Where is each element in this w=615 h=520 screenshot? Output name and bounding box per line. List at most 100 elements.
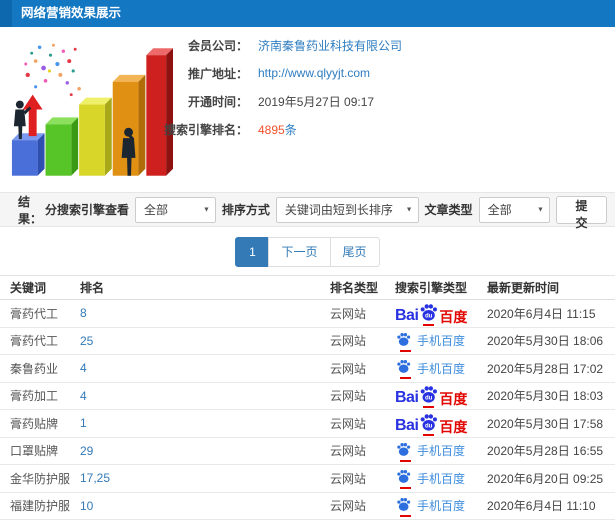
- rank-link[interactable]: 4: [80, 361, 87, 375]
- rank-link[interactable]: 8: [80, 306, 87, 320]
- rank-cell: 1: [80, 409, 330, 438]
- svg-text:du: du: [425, 422, 433, 429]
- rank-link[interactable]: 17,25: [80, 471, 110, 485]
- engine-cell: 手机百度: [395, 354, 487, 383]
- rank-type-cell: 云网站: [330, 382, 395, 410]
- col-header-updated: 最新更新时间: [487, 275, 615, 300]
- engine-cell: 手机百度: [395, 492, 487, 520]
- confetti-dots: [24, 43, 81, 97]
- updated-cell: 2020年6月20日 09:25: [487, 464, 615, 493]
- promo-url-label: 推广地址：: [187, 66, 248, 81]
- result-label: 结果：: [18, 194, 43, 226]
- table-row: 膏药代工 25 云网站 手机百度 2020年5月30日 18:06: [0, 327, 615, 355]
- table-row: 福建防护服 10 云网站 手机百度 2020年6月4日 11:10: [0, 492, 615, 520]
- last-page-button[interactable]: 尾页: [329, 237, 380, 267]
- pagination: 1 下一页 尾页: [0, 237, 615, 267]
- col-header-rank: 排名: [80, 275, 330, 300]
- rank-type-cell: 云网站: [330, 327, 395, 355]
- next-page-button[interactable]: 下一页: [268, 237, 331, 267]
- table-row: 秦鲁药业 4 云网站 手机百度 2020年5月28日 17:02: [0, 354, 615, 383]
- rank-link[interactable]: 1: [80, 416, 87, 430]
- page-1-button[interactable]: 1: [235, 237, 270, 267]
- sort-label: 排序方式: [221, 203, 270, 217]
- baidu-mobile-logo: 手机百度: [395, 469, 465, 490]
- open-time-label: 开通时间：: [187, 94, 248, 109]
- open-time-row: 开通时间： 2019年5月27日 09:17: [120, 92, 402, 110]
- company-link[interactable]: 济南秦鲁药业科技有限公司: [258, 37, 402, 54]
- rank-cell: 4: [80, 354, 330, 383]
- rank-cell: 17,25: [80, 464, 330, 493]
- keyword-cell: 膏药加工: [0, 382, 80, 410]
- baidu-pc-logo: Bai du 百度: [395, 413, 467, 436]
- rank-count-number: 4895: [258, 122, 285, 137]
- engine-cell: 手机百度: [395, 437, 487, 465]
- baidu-mobile-logo: 手机百度: [395, 442, 465, 462]
- col-header-engine-type: 搜索引擎类型: [395, 275, 487, 300]
- col-header-keyword: 关键词: [0, 275, 80, 300]
- engine-cell: Bai du 百度: [395, 382, 487, 410]
- sort-select[interactable]: 关键词由短到长排序: [275, 196, 419, 223]
- engine-view-label: 分搜索引擎查看: [44, 203, 129, 217]
- baidu-paw-icon: [396, 332, 411, 352]
- rank-link[interactable]: 25: [80, 334, 93, 348]
- table-row: 膏药贴牌 1 云网站 Bai du 百度 2020年5月30日 17:58: [0, 409, 615, 438]
- engine-cell: Bai du 百度: [395, 299, 487, 328]
- rank-type-cell: 云网站: [330, 492, 395, 520]
- engine-cell: Bai du 百度: [395, 409, 487, 438]
- filter-bar: 结果： 分搜索引擎查看 全部 排序方式 关键词由短到长排序 文章类型 全部 提交: [0, 192, 615, 230]
- keyword-ranking-table: 关键词 排名 排名类型 搜索引擎类型 最新更新时间 膏药代工 8 云网站 Bai d…: [0, 275, 615, 520]
- article-type-select[interactable]: 全部: [478, 196, 550, 223]
- account-info-section: 会员公司： 济南秦鲁药业科技有限公司 推广地址： http://www.qlyy…: [0, 27, 615, 192]
- engine-cell: 手机百度: [395, 327, 487, 355]
- rank-type-cell: 云网站: [330, 464, 395, 493]
- marketing-report-page: 网络营销效果展示 会员公司： 济南秦鲁药业科技有限公司 推广地址： http:/…: [0, 0, 615, 520]
- baidu-paw-icon: [396, 469, 411, 490]
- baidu-pc-logo: Bai du 百度: [395, 303, 467, 326]
- updated-cell: 2020年5月30日 18:03: [487, 382, 615, 410]
- svg-text:du: du: [425, 395, 433, 402]
- rank-type-cell: 云网站: [330, 299, 395, 328]
- table-header-row: 关键词 排名 排名类型 搜索引擎类型 最新更新时间: [0, 275, 615, 300]
- keyword-cell: 秦鲁药业: [0, 354, 80, 383]
- rank-count-unit: 条: [284, 122, 297, 137]
- keyword-cell: 福建防护服: [0, 492, 80, 520]
- baidu-paw-icon: du: [419, 385, 438, 409]
- baidu-paw-icon: [396, 497, 411, 517]
- open-time-value: 2019年5月27日 09:17: [258, 94, 375, 109]
- engine-rank-count: 4895条: [258, 121, 297, 138]
- engine-rank-row: 搜索引擎排名： 4895条: [120, 120, 402, 138]
- promo-url-row: 推广地址： http://www.qlyyjt.com: [120, 64, 402, 82]
- engine-cell: 手机百度: [395, 464, 487, 493]
- baidu-paw-icon: du: [419, 303, 438, 326]
- promo-url-link[interactable]: http://www.qlyyjt.com: [258, 66, 370, 80]
- submit-button[interactable]: 提交: [555, 195, 608, 230]
- keyword-cell: 膏药代工: [0, 327, 80, 355]
- company-row: 会员公司： 济南秦鲁药业科技有限公司: [120, 36, 402, 54]
- updated-cell: 2020年5月30日 18:06: [487, 327, 615, 355]
- article-type-label: 文章类型: [424, 203, 473, 217]
- table-row: 膏药代工 8 云网站 Bai du 百度 2020年6月4日 11:15: [0, 299, 615, 328]
- keyword-cell: 膏药贴牌: [0, 409, 80, 438]
- rank-link[interactable]: 10: [80, 499, 93, 513]
- updated-cell: 2020年5月30日 17:58: [487, 409, 615, 438]
- rank-link[interactable]: 29: [80, 444, 93, 458]
- company-label: 会员公司：: [187, 38, 248, 53]
- updated-cell: 2020年6月4日 11:15: [487, 299, 615, 328]
- baidu-paw-icon: [396, 359, 411, 380]
- page-title: 网络营销效果展示: [0, 0, 615, 27]
- keyword-cell: 金华防护服: [0, 464, 80, 493]
- updated-cell: 2020年6月4日 11:10: [487, 492, 615, 520]
- rank-cell: 4: [80, 382, 330, 410]
- rank-cell: 10: [80, 492, 330, 520]
- keyword-cell: 口罩贴牌: [0, 437, 80, 465]
- updated-cell: 2020年5月28日 16:55: [487, 437, 615, 465]
- baidu-paw-icon: [396, 442, 411, 462]
- rank-cell: 25: [80, 327, 330, 355]
- updated-cell: 2020年5月28日 17:02: [487, 354, 615, 383]
- growth-arrow-icon: [22, 94, 43, 137]
- table-row: 膏药加工 4 云网站 Bai du 百度 2020年5月30日 18:03: [0, 382, 615, 410]
- engine-view-select[interactable]: 全部: [134, 196, 216, 223]
- table-row: 口罩贴牌 29 云网站 手机百度 2020年5月28日 16:55: [0, 437, 615, 465]
- baidu-paw-icon: du: [419, 413, 438, 436]
- rank-link[interactable]: 4: [80, 389, 87, 403]
